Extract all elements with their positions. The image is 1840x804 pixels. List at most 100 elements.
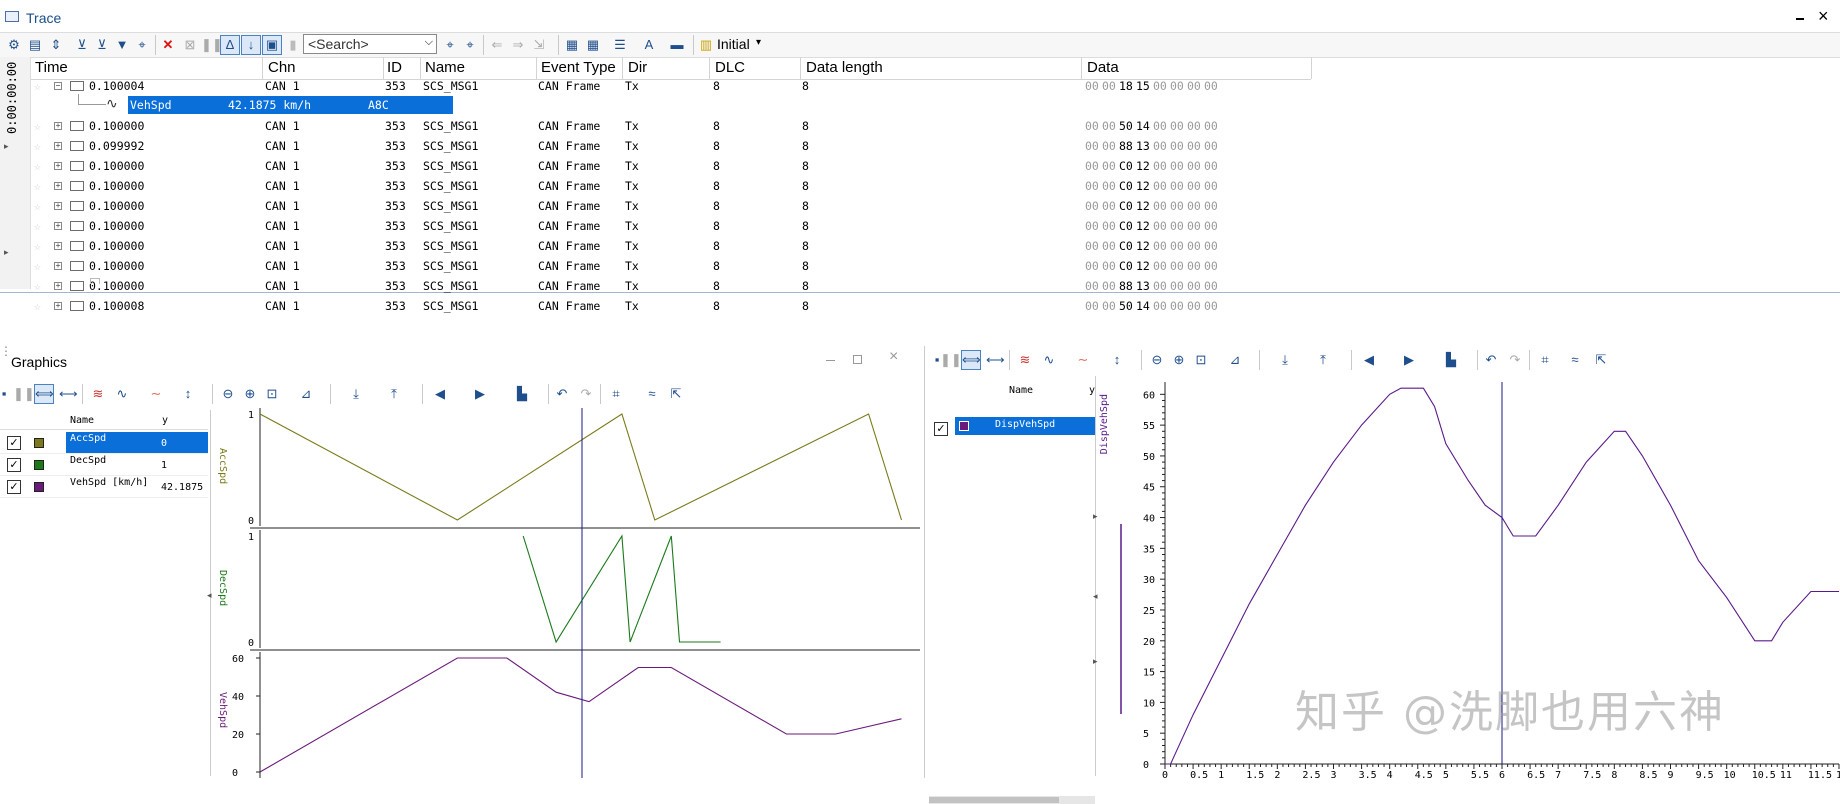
table-row[interactable]: + ☆ 0.100000 CAN 1 353 SCS_MSG1 CAN Frame Tx 8 8 0… (30, 276, 1540, 296)
zoom-in-icon[interactable]: ⊕ (1169, 350, 1189, 370)
left-chart-area[interactable]: AccSpd 1 0 DecSpd 1 0 VehSpd 60 40 20 0 (212, 408, 920, 778)
column-settings-icon[interactable]: ▦ (583, 35, 603, 55)
table-row[interactable]: + ☆ 0.100000 CAN 1 353 SCS_MSG1 CAN Frame Tx 8 8 0… (30, 236, 1540, 256)
scroll-left-icon[interactable]: ▸ (4, 141, 9, 152)
graph-mode-icon[interactable]: ≋ (1015, 350, 1035, 370)
undo-icon[interactable]: ↶ (552, 384, 572, 404)
expand-icon[interactable]: + (54, 182, 62, 190)
measure-icon[interactable]: ⊿ (1225, 350, 1245, 370)
fit-x-icon[interactable]: ⟺ (34, 384, 54, 404)
layout-icon[interactable]: ▙ (512, 384, 532, 404)
axis-icon[interactable]: ↕ (178, 384, 198, 404)
fit-all-icon[interactable]: ⟷ (985, 350, 1005, 370)
table-row[interactable]: + ☆ 0.099992 CAN 1 353 SCS_MSG1 CAN Frame Tx 8 8 0… (30, 136, 1540, 156)
layout-icon[interactable]: ▙ (1441, 350, 1461, 370)
selected-signal-row[interactable]: VehSpd 42.1875 km/h A8C (128, 96, 453, 114)
arrow-right-icon[interactable]: ⇒ (508, 35, 528, 55)
pause-icon[interactable]: ❚❚ (12, 384, 35, 404)
measure-icon[interactable]: ⊿ (296, 384, 316, 404)
next-icon[interactable]: ▶ (470, 384, 490, 404)
wave-icon[interactable]: ∼ (1073, 350, 1093, 370)
table-row[interactable]: + ☆ 0.100000 CAN 1 353 SCS_MSG1 CAN Frame Tx 8 8 0… (30, 196, 1540, 216)
zoom-area-icon[interactable]: ⊡ (262, 384, 282, 404)
binoculars-icon[interactable]: ⌖ (132, 35, 152, 55)
marker-down-icon[interactable]: ⤓ (1275, 350, 1295, 370)
table-row[interactable]: + ☆ 0.100000 CAN 1 353 SCS_MSG1 CAN Frame Tx 8 8 0… (30, 176, 1540, 196)
signal-view-icon[interactable]: ≈ (642, 384, 662, 404)
font-size-icon[interactable]: A (639, 35, 659, 55)
chart-config-icon[interactable]: ⌗ (1535, 350, 1555, 370)
close-icon[interactable]: × (1818, 6, 1829, 27)
expand-icon[interactable]: + (54, 202, 62, 210)
fit-x-icon[interactable]: ⟺ (961, 350, 981, 370)
collapse-icon[interactable]: − (54, 82, 62, 90)
expand-icon[interactable]: + (54, 142, 62, 150)
expand-icon[interactable]: + (54, 162, 62, 170)
table-row[interactable]: + ☆ 0.100000 CAN 1 353 SCS_MSG1 CAN Frame Tx 8 8 0… (30, 156, 1540, 176)
chevron-down-icon[interactable]: ▾ (756, 37, 761, 48)
cursor-icon[interactable]: ⇱ (666, 384, 686, 404)
splitter-left-icon[interactable]: ◂ (207, 590, 212, 601)
cursor-icon[interactable]: ⇱ (1591, 350, 1611, 370)
marker-up-icon[interactable]: ⤒ (384, 384, 404, 404)
pause-icon[interactable]: ❚❚ (200, 35, 223, 55)
layout-icon[interactable]: ▥ (696, 35, 716, 55)
legend-row-selected[interactable]: DispVehSpd (955, 417, 1095, 435)
redo-icon[interactable]: ↷ (576, 384, 596, 404)
find-next-icon[interactable]: ⌖ (460, 35, 480, 55)
layout-selector[interactable]: Initial (717, 36, 750, 52)
table-row[interactable]: + ☆ 0.100000 CAN 1 353 SCS_MSG1 CAN Frame Tx 8 8 0… (30, 256, 1540, 276)
signal-checkbox[interactable]: ✓ (7, 458, 21, 472)
horizontal-scrollbar[interactable] (929, 796, 1095, 804)
chronological-icon[interactable]: ↓ (241, 35, 261, 55)
expand-icon[interactable]: + (54, 302, 62, 310)
scroll-left-icon[interactable]: ▸ (4, 247, 9, 258)
curve-icon[interactable]: ∿ (1039, 350, 1059, 370)
zoom-area-icon[interactable]: ⊡ (1191, 350, 1211, 370)
minimize-icon[interactable] (826, 360, 835, 361)
clear-icon[interactable]: ⊠ (180, 35, 200, 55)
delete-icon[interactable]: ✕ (158, 35, 178, 55)
table-row[interactable]: + ☆ 0.100000 CAN 1 353 SCS_MSG1 CAN Frame Tx 8 8 0… (30, 216, 1540, 236)
zoom-out-icon[interactable]: ⊖ (218, 384, 238, 404)
redo-icon[interactable]: ↷ (1505, 350, 1525, 370)
marker-icon[interactable]: ▮ (283, 35, 303, 55)
undo-icon[interactable]: ↶ (1481, 350, 1501, 370)
delta-time-icon[interactable]: Δ (220, 35, 240, 55)
chevron-down-icon[interactable]: ⌵ (425, 36, 433, 49)
signal-checkbox[interactable]: ✓ (7, 480, 21, 494)
maximize-icon[interactable] (853, 355, 862, 364)
expand-icon[interactable]: + (54, 242, 62, 250)
wave-icon[interactable]: ∼ (146, 384, 166, 404)
fit-all-icon[interactable]: ⟷ (58, 384, 78, 404)
minimize-icon[interactable] (1796, 18, 1804, 20)
table-row[interactable]: + ☆ 0.100000 CAN 1 353 SCS_MSG1 CAN Frame Tx 8 8 0… (30, 116, 1540, 136)
table-row-expanded[interactable]: ☆ − 0.100004 CAN 1 353 SCS_MSG1 CAN Fram… (30, 76, 1540, 96)
filter-stop-icon[interactable]: ⊻ (92, 35, 112, 55)
color-icon[interactable]: ▬ (667, 35, 687, 55)
expand-icon[interactable]: + (54, 262, 62, 270)
legend-row[interactable]: ✓ DecSpd 1 (0, 454, 208, 476)
search-input[interactable]: <Search> ⌵ (303, 34, 437, 54)
arrow-left-icon[interactable]: ⇐ (487, 35, 507, 55)
graph-mode-icon[interactable]: ≋ (88, 384, 108, 404)
signal-checkbox[interactable]: ✓ (934, 422, 948, 436)
signal-color-swatch[interactable] (959, 421, 969, 431)
curve-icon[interactable]: ∿ (112, 384, 132, 404)
signal-checkbox[interactable]: ✓ (7, 436, 21, 450)
signal-color-swatch[interactable] (34, 460, 44, 470)
signal-view-icon[interactable]: ≈ (1565, 350, 1585, 370)
prev-icon[interactable]: ◀ (430, 384, 450, 404)
legend-row[interactable]: ✓ AccSpd 0 (0, 432, 208, 454)
expand-icon[interactable]: + (54, 222, 62, 230)
marker-up-icon[interactable]: ⤒ (1313, 350, 1333, 370)
axis-icon[interactable]: ↕ (1107, 350, 1127, 370)
filter-icon[interactable]: ⊻ (72, 35, 92, 55)
expand-icon[interactable]: + (54, 282, 62, 290)
chart-config-icon[interactable]: ⌗ (606, 384, 626, 404)
signal-color-swatch[interactable] (34, 438, 44, 448)
scrollbar-thumb[interactable] (929, 797, 1059, 803)
close-icon[interactable]: × (889, 348, 898, 366)
signal-color-swatch[interactable] (34, 482, 44, 492)
pause-icon[interactable]: ❚❚ (939, 350, 962, 370)
